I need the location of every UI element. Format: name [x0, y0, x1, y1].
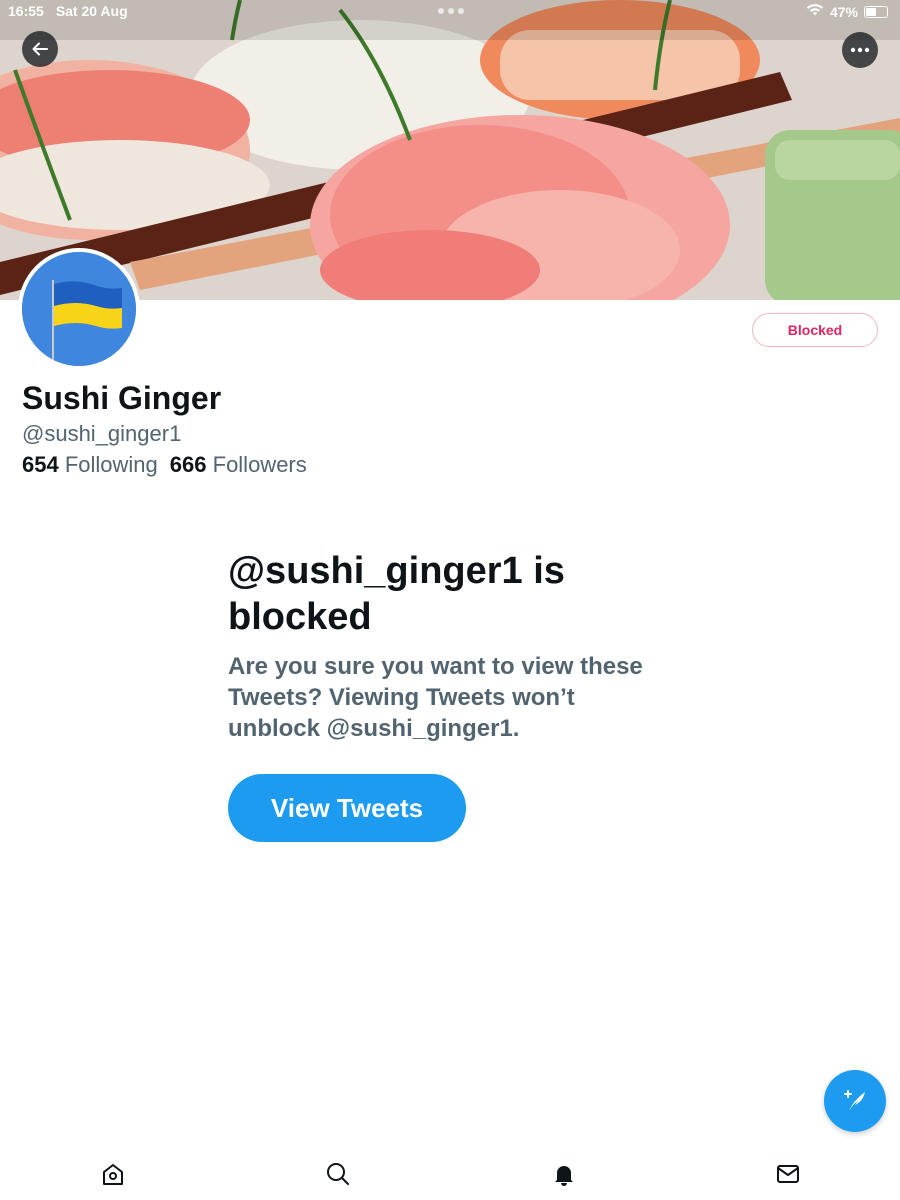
blocked-description: Are you sure you want to view these Twee…	[228, 653, 643, 742]
search-icon	[327, 1163, 349, 1185]
display-name: Sushi Ginger	[22, 380, 222, 416]
bottom-tab-bar	[0, 1148, 900, 1200]
messages-icon	[777, 1165, 799, 1183]
battery-icon	[864, 5, 888, 18]
status-bar: 16:55 Sat 20 Aug 47%	[0, 0, 900, 24]
view-tweets-button[interactable]: View Tweets	[228, 774, 466, 842]
blocked-button[interactable]: Blocked	[752, 313, 878, 347]
following-label: Following	[64, 452, 158, 477]
followers-count: 666	[169, 452, 207, 477]
compose-feather-icon	[844, 1090, 865, 1111]
tab-notifications[interactable]	[548, 1158, 580, 1190]
tab-messages[interactable]	[772, 1158, 804, 1190]
back-button[interactable]	[22, 31, 58, 67]
following-stat[interactable]: 654 Following	[22, 452, 158, 478]
blocked-title: @sushi_ginger1 is blocked	[228, 550, 565, 638]
more-options-button[interactable]	[842, 32, 878, 68]
compose-tweet-button[interactable]	[824, 1070, 886, 1132]
notifications-icon	[555, 1166, 573, 1186]
more-horizontal-icon	[850, 47, 870, 53]
tab-home[interactable]	[97, 1158, 129, 1190]
wifi-icon	[806, 3, 824, 20]
status-date: Sat 20 Aug	[55, 3, 128, 19]
multitasking-dots-icon[interactable]	[438, 8, 464, 14]
profile-banner[interactable]	[0, 0, 900, 300]
ukraine-flag-avatar-image	[22, 252, 136, 366]
followers-label: Followers	[212, 452, 307, 477]
home-icon	[103, 1164, 123, 1185]
status-indicators: 47%	[806, 3, 888, 20]
status-time-date: 16:55 Sat 20 Aug	[8, 3, 128, 19]
followers-stat[interactable]: 666 Followers	[170, 452, 307, 478]
battery-percent: 47%	[829, 3, 858, 20]
following-count: 654	[22, 452, 59, 477]
battery-level	[866, 7, 877, 16]
banner-sushi-image	[0, 0, 900, 300]
profile-handle: @sushi_ginger1	[22, 421, 182, 446]
tab-search[interactable]	[322, 1158, 354, 1190]
avatar[interactable]	[18, 248, 140, 370]
arrow-left-icon	[32, 42, 48, 56]
status-time: 16:55	[8, 3, 44, 19]
follow-stats: 654 Following 666 Followers	[22, 452, 307, 478]
